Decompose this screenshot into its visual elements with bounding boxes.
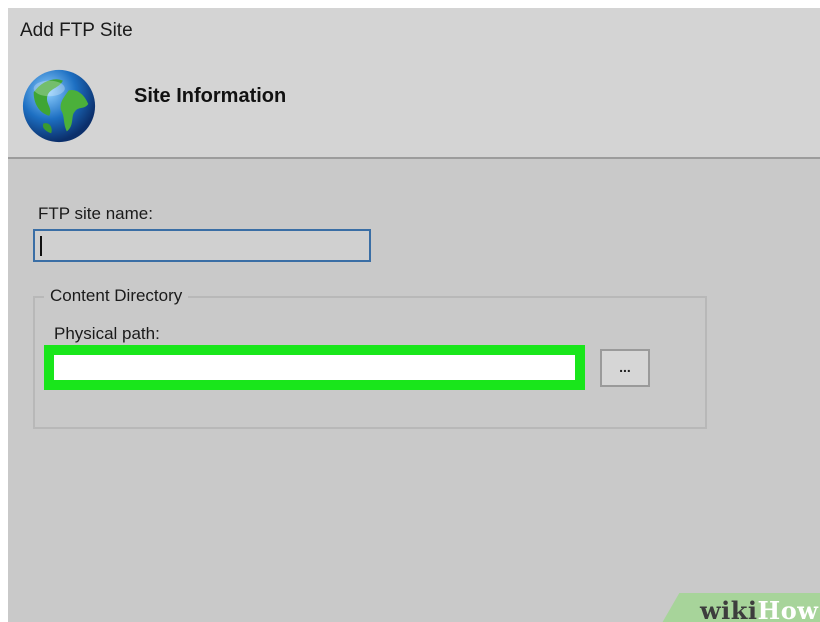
watermark-how: How xyxy=(757,596,819,622)
section-title: Site Information xyxy=(134,85,287,107)
browse-button[interactable]: ... xyxy=(600,349,650,387)
header-banner: Add FTP Site Site Information xyxy=(8,8,820,159)
window-title: Add FTP Site xyxy=(20,20,133,41)
watermark-wiki: wiki xyxy=(700,596,758,622)
add-ftp-site-window: Add FTP Site Site Information FTP site n… xyxy=(8,8,820,622)
physical-path-label: Physical path: xyxy=(54,324,160,343)
wikihow-watermark: wikiHow xyxy=(700,596,818,622)
physical-path-input[interactable] xyxy=(54,355,575,380)
content-directory-legend: Content Directory xyxy=(44,286,189,306)
physical-path-highlight xyxy=(44,345,585,390)
site-name-label: FTP site name: xyxy=(38,204,153,223)
site-name-input[interactable] xyxy=(33,229,371,262)
text-caret xyxy=(40,236,42,256)
globe-icon xyxy=(22,69,96,143)
